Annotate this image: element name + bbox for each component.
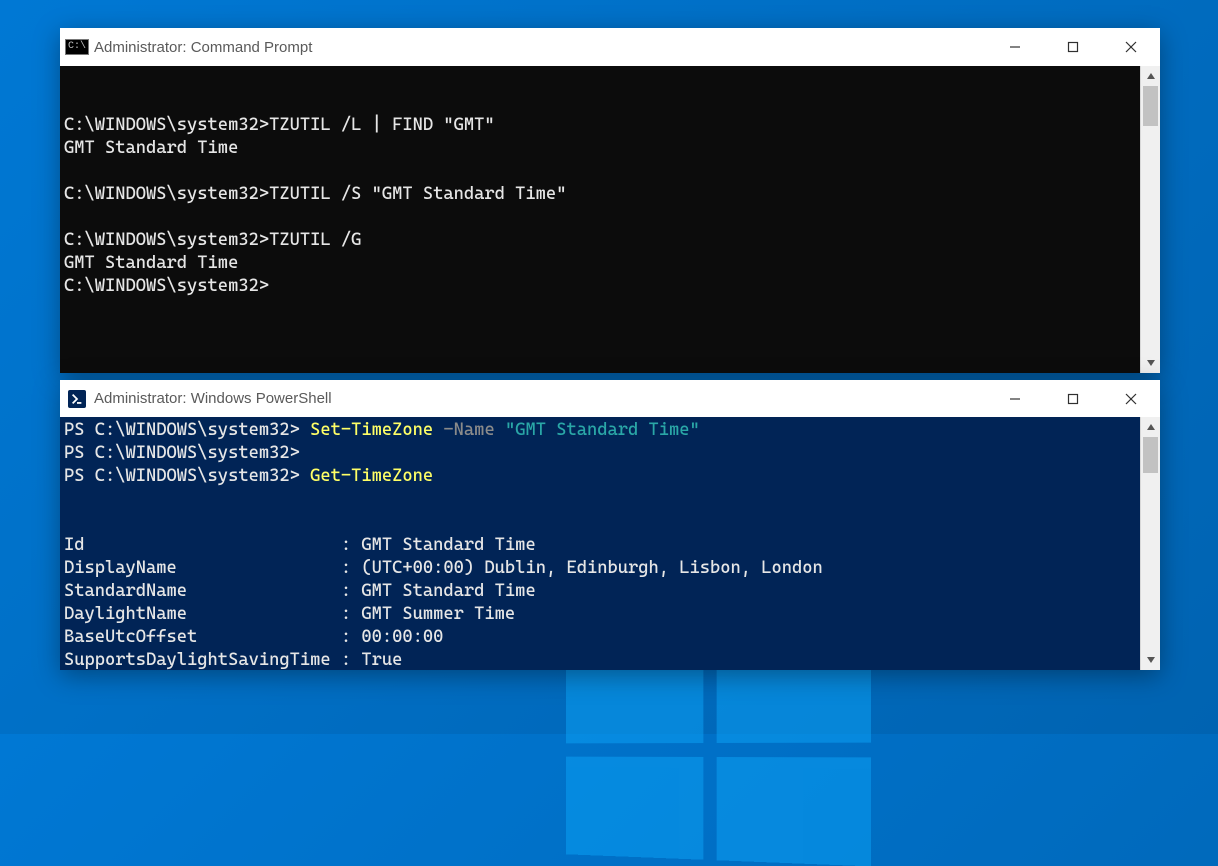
- minimize-button[interactable]: [986, 28, 1044, 66]
- cmd-scrollbar[interactable]: [1140, 66, 1160, 373]
- ps-prompt: PS C:\WINDOWS\system32>: [64, 466, 300, 486]
- ps-prompt: PS C:\WINDOWS\system32>: [64, 443, 300, 463]
- maximize-icon: [1067, 393, 1079, 405]
- ps-scrollbar[interactable]: [1140, 417, 1160, 670]
- minimize-button[interactable]: [986, 380, 1044, 417]
- close-icon: [1125, 393, 1137, 405]
- ps-output-line: Id : GMT Standard Time: [64, 535, 536, 555]
- maximize-icon: [1067, 41, 1079, 53]
- scroll-up-icon[interactable]: [1141, 66, 1160, 86]
- cmd-app-icon: C:\: [68, 38, 86, 56]
- cmd-line: C:\WINDOWS\system32>TZUTIL /L | FIND "GM…: [64, 115, 566, 296]
- cmd-title: Administrator: Command Prompt: [94, 39, 312, 56]
- ps-output-line: SupportsDaylightSavingTime : True: [64, 650, 402, 670]
- maximize-button[interactable]: [1044, 28, 1102, 66]
- minimize-icon: [1009, 41, 1021, 53]
- cmd-titlebar[interactable]: C:\ Administrator: Command Prompt: [60, 28, 1160, 66]
- ps-window-controls: [986, 380, 1160, 417]
- maximize-button[interactable]: [1044, 380, 1102, 417]
- ps-cmdlet: Get-TimeZone: [310, 466, 433, 486]
- cmd-window: C:\ Administrator: Command Prompt C:\WIN…: [60, 28, 1160, 373]
- ps-output-line: StandardName : GMT Standard Time: [64, 581, 536, 601]
- ps-cmdlet: Set-TimeZone: [310, 420, 433, 440]
- ps-prompt: PS C:\WINDOWS\system32>: [64, 420, 300, 440]
- scroll-up-icon[interactable]: [1141, 417, 1160, 437]
- ps-titlebar[interactable]: Administrator: Windows PowerShell: [60, 380, 1160, 417]
- ps-title: Administrator: Windows PowerShell: [94, 390, 332, 407]
- close-button[interactable]: [1102, 28, 1160, 66]
- ps-string: "GMT Standard Time": [505, 420, 700, 440]
- ps-output-line: DisplayName : (UTC+00:00) Dublin, Edinbu…: [64, 558, 823, 578]
- ps-param: -Name: [443, 420, 494, 440]
- close-button[interactable]: [1102, 380, 1160, 417]
- scroll-down-icon[interactable]: [1141, 353, 1160, 373]
- cmd-window-controls: [986, 28, 1160, 66]
- ps-output-line: DaylightName : GMT Summer Time: [64, 604, 515, 624]
- ps-terminal[interactable]: PS C:\WINDOWS\system32> Set-TimeZone -Na…: [60, 417, 1140, 670]
- ps-scrollbar-thumb[interactable]: [1143, 437, 1158, 473]
- minimize-icon: [1009, 393, 1021, 405]
- powershell-window: Administrator: Windows PowerShell PS C:\…: [60, 380, 1160, 670]
- cmd-scrollbar-thumb[interactable]: [1143, 86, 1158, 126]
- ps-output-line: BaseUtcOffset : 00:00:00: [64, 627, 443, 647]
- cmd-terminal[interactable]: C:\WINDOWS\system32>TZUTIL /L | FIND "GM…: [60, 66, 1140, 373]
- powershell-app-icon: [68, 390, 86, 408]
- scroll-down-icon[interactable]: [1141, 650, 1160, 670]
- close-icon: [1125, 41, 1137, 53]
